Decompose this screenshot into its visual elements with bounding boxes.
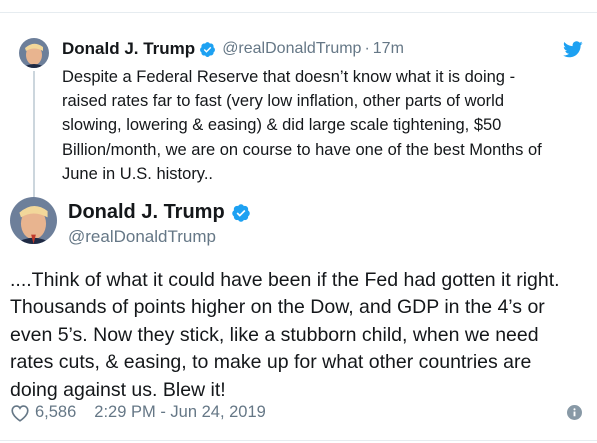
quoted-author-name[interactable]: Donald J. Trump [62,39,195,59]
tweet-timestamp[interactable]: 2:29 PM - Jun 24, 2019 [94,403,266,422]
heart-icon[interactable] [10,404,30,422]
thread-connector-line [33,71,35,199]
quoted-author-handle[interactable]: @realDonaldTrump [222,40,361,58]
quoted-text-line: slowing, lowering & easing) & did large … [62,116,502,135]
bottom-divider [0,440,597,441]
tweet-text: ....Think of what it could have been if … [10,267,590,404]
tweet-footer: 6,586 2:29 PM - Jun 24, 2019 [10,403,266,422]
tweet-text-line: Thousands of points higher on the Dow, a… [10,296,545,319]
quoted-tweet-time[interactable]: 17m [373,40,404,58]
top-divider [0,12,597,13]
quoted-text-line: Billion/month, we are on course to have … [62,140,542,159]
info-icon[interactable] [567,405,582,420]
author-avatar[interactable] [10,197,57,244]
quoted-text-line: Despite a Federal Reserve that doesn’t k… [62,68,516,86]
quoted-tweet-avatar[interactable] [19,38,49,68]
tweet-text-line: rates cuts, & easing, to make up for wha… [10,351,532,374]
quoted-text-line: raised rates far to fast (very low infla… [62,92,505,111]
author-name-row: Donald J. Trump [68,201,251,224]
twitter-bird-icon[interactable] [563,41,583,58]
quoted-tweet-header: Donald J. Trump @realDonaldTrump · 17m [62,39,404,59]
verified-badge-icon [231,203,250,222]
quoted-tweet-text: Despite a Federal Reserve that doesn’t k… [62,65,587,186]
author-handle[interactable]: @realDonaldTrump [68,227,216,247]
author-name[interactable]: Donald J. Trump [68,201,225,224]
tweet-text-line: even 5’s. Now they stick, like a stubbor… [10,323,539,346]
verified-badge-icon [200,41,216,57]
tweet-text-line: doing against us. Blew it! [10,378,226,401]
quoted-text-line: June in U.S. history.. [62,164,214,183]
tweet-text-line: ....Think of what it could have been if … [10,269,560,291]
like-count[interactable]: 6,586 [35,403,76,422]
header-separator: · [364,40,370,57]
